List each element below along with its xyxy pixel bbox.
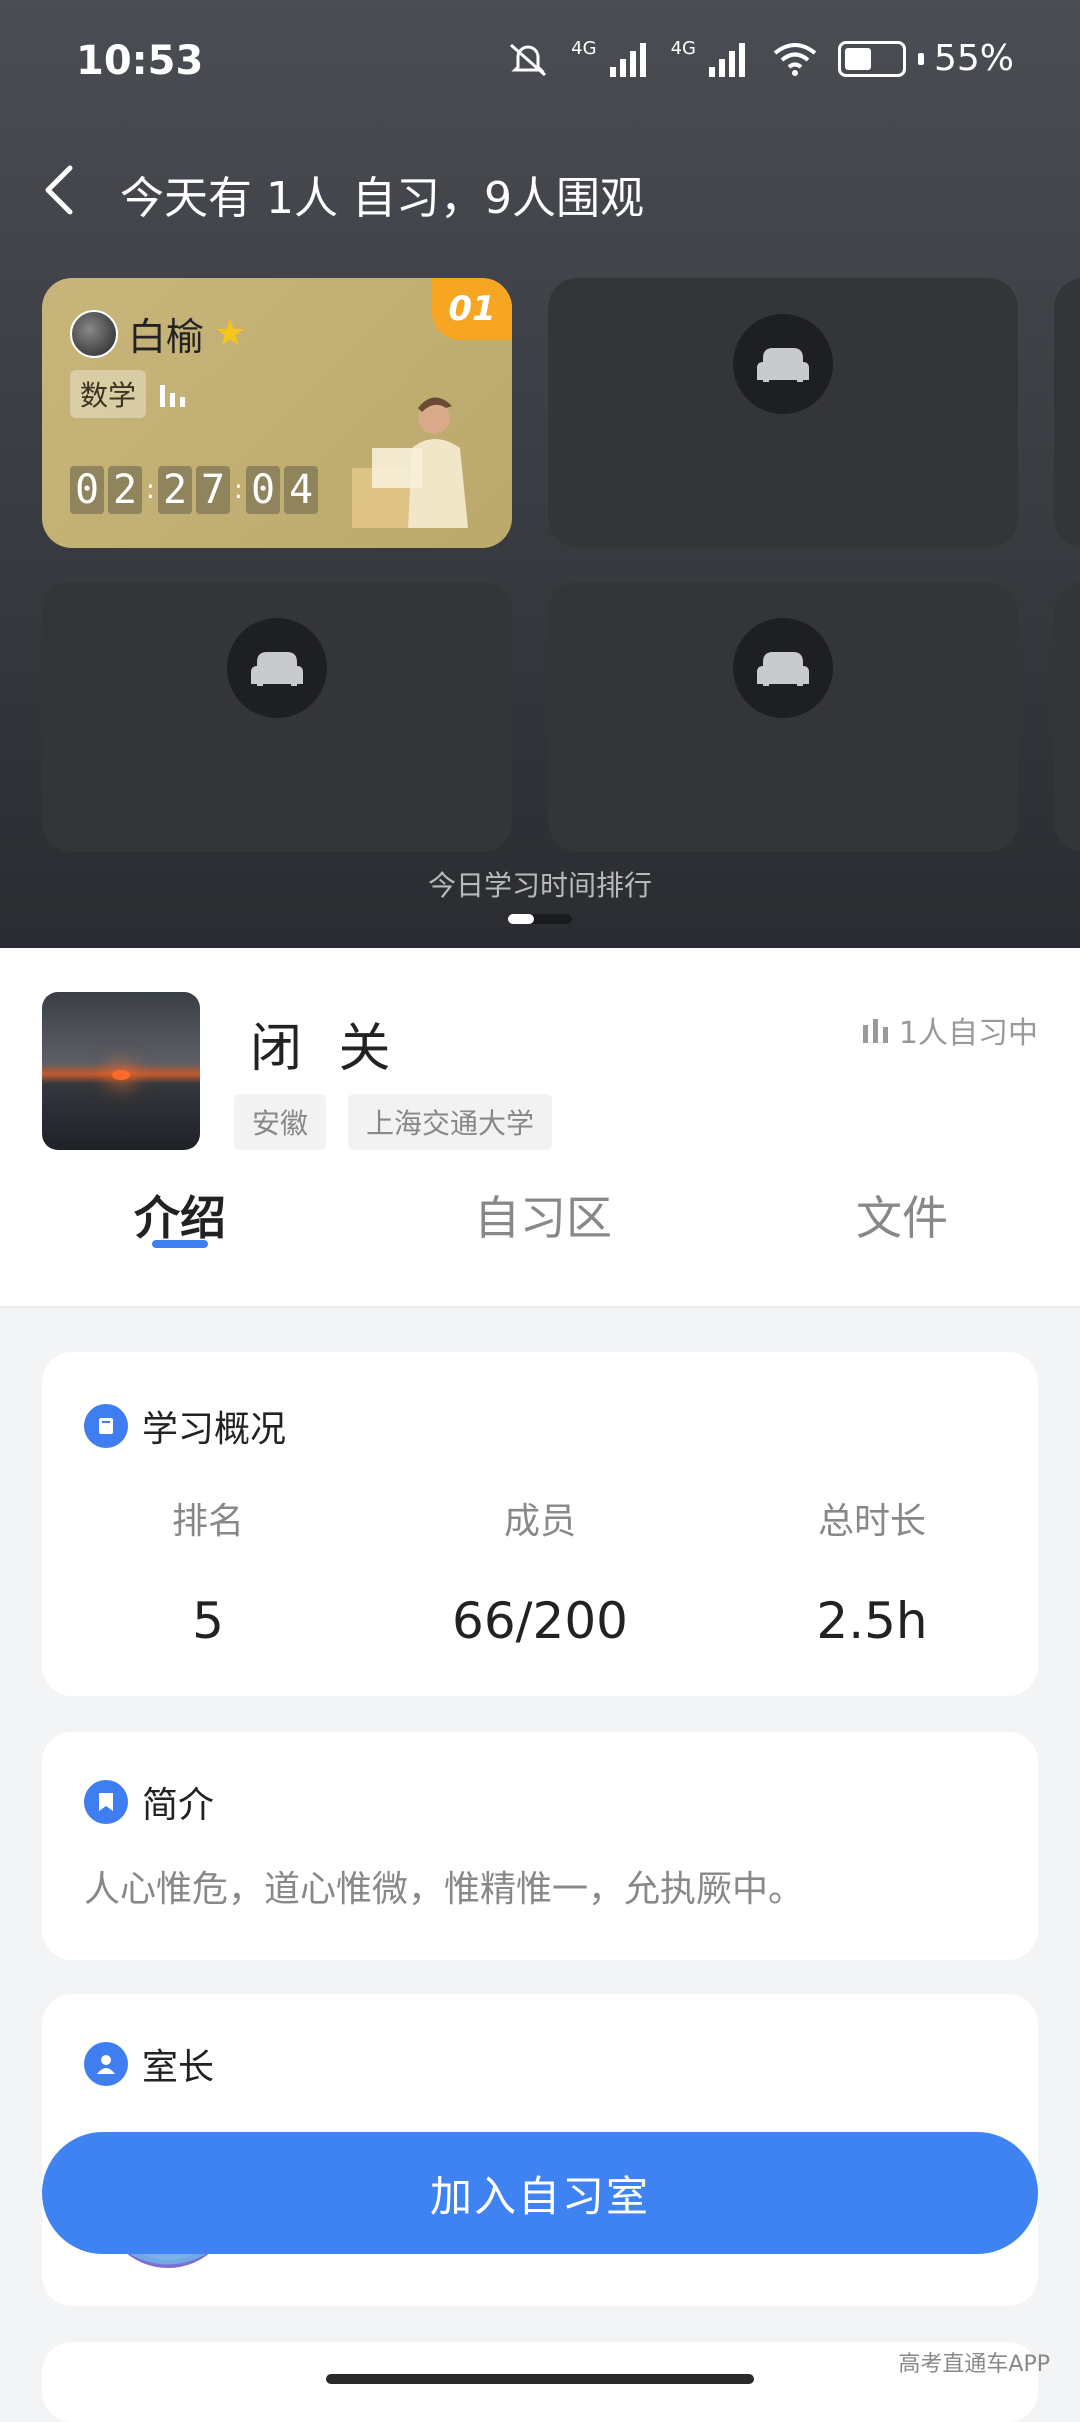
owner-title: 室长 <box>142 2047 215 2088</box>
signal-icon <box>609 42 646 77</box>
room-status: 1人自习中 <box>861 1008 1038 1052</box>
stat-label: 总时长 <box>817 1501 926 1542</box>
home-indicator[interactable] <box>326 2374 754 2384</box>
activity-bars-icon <box>862 1019 888 1043</box>
overview-stats: 排名 5 成员 66/200 总时长 2.5h <box>42 1492 1038 1650</box>
sofa-icon <box>227 618 327 718</box>
seat-card-empty[interactable] <box>548 582 1018 852</box>
tag-school: 上海交通大学 <box>348 1094 553 1150</box>
sofa-icon <box>733 314 833 414</box>
stat-duration: 总时长 2.5h <box>706 1492 1038 1650</box>
status-icons: 4G 4G 55% <box>503 38 1014 79</box>
back-icon[interactable] <box>36 160 86 220</box>
timer-digit: 7 <box>196 466 230 514</box>
rank-badge: 01 <box>432 278 512 340</box>
stat-value: 2.5h <box>816 1592 928 1650</box>
intro-title: 简介 <box>142 1785 215 1826</box>
divider <box>0 1306 1080 1308</box>
room-tags: 安徽 上海交通大学 <box>234 1094 553 1150</box>
stat-value: 66/200 <box>452 1592 628 1650</box>
tag-region: 安徽 <box>234 1094 327 1150</box>
room-info: 闭 关 1人自习中 安徽 上海交通大学 介绍 自习区 文件 <box>0 948 1080 1308</box>
battery-icon: 55% <box>837 38 1014 79</box>
page-title: 今天有 1人 自习，9人围观 <box>120 173 644 224</box>
seat-card-empty[interactable] <box>42 582 512 852</box>
timer-digit: 0 <box>246 466 280 514</box>
ranking-caption: 今日学习时间排行 <box>427 869 652 902</box>
sofa-icon <box>733 618 833 718</box>
seat-card-empty[interactable] <box>1054 278 1080 548</box>
star-icon: ★ <box>214 313 247 354</box>
network-label-2: 4G <box>670 38 696 59</box>
status-time: 10:53 <box>76 38 204 84</box>
timer-digit: 0 <box>70 466 104 514</box>
seat-card-empty[interactable] <box>1054 582 1080 852</box>
stat-label: 排名 <box>171 1501 244 1542</box>
seat-area: 10:53 4G 4G 55% 今天有 1人 自习，9人围观 01 白榆 ★ 数… <box>0 0 1080 948</box>
activity-bars-icon <box>160 385 186 407</box>
join-room-button[interactable]: 加入自习室 <box>42 2132 1038 2254</box>
intro-text: 人心惟危，道心惟微，惟精惟一，允执厥中。 <box>84 1869 805 1910</box>
network-label-1: 4G <box>571 38 597 59</box>
room-name: 闭 关 <box>250 1019 401 1079</box>
nav-bar: 今天有 1人 自习，9人围观 <box>0 150 1080 230</box>
tab-indicator <box>152 1240 208 1248</box>
watermark: 高考直通车APP <box>898 2352 1050 2377</box>
room-thumbnail <box>42 992 200 1150</box>
overview-card: 学习概况 排名 5 成员 66/200 总时长 2.5h <box>42 1352 1038 1696</box>
stat-value: 5 <box>192 1592 224 1650</box>
seat-card-empty[interactable] <box>548 278 1018 548</box>
tab-study-area[interactable]: 自习区 <box>474 1182 612 1248</box>
avatar <box>70 309 118 358</box>
room-status-text: 1人自习中 <box>898 1016 1038 1051</box>
timer-digit: 4 <box>284 466 318 514</box>
stat-label: 成员 <box>503 1501 576 1542</box>
page-indicator <box>508 914 572 924</box>
tab-files[interactable]: 文件 <box>856 1182 948 1248</box>
tab-bar: 介绍 自习区 文件 <box>0 1182 1080 1262</box>
battery-level: 55% <box>933 38 1014 79</box>
tab-intro[interactable]: 介绍 <box>134 1182 226 1248</box>
status-bar: 10:53 4G 4G 55% <box>0 0 1080 126</box>
user-name: 白榆 <box>128 315 205 359</box>
timer-digit: 2 <box>158 466 192 514</box>
subject-tag: 数学 <box>70 370 147 418</box>
timer-digit: 2 <box>108 466 142 514</box>
stat-members: 成员 66/200 <box>374 1492 706 1650</box>
mute-icon <box>510 43 547 76</box>
bookmark-icon <box>84 1780 128 1824</box>
intro-card: 简介 人心惟危，道心惟微，惟精惟一，允执厥中。 <box>42 1732 1038 1960</box>
overview-title: 学习概况 <box>142 1409 287 1450</box>
stat-rank: 排名 5 <box>42 1492 374 1650</box>
seat-card-occupied[interactable]: 01 白榆 ★ 数学 0 2 : 2 7 : 0 4 <box>42 278 512 548</box>
study-timer: 0 2 : 2 7 : 0 4 <box>70 466 318 514</box>
user-icon <box>84 2042 128 2086</box>
signal-icon <box>708 42 745 77</box>
studying-person-illustration <box>352 397 468 528</box>
wifi-icon <box>773 42 817 76</box>
book-icon <box>84 1404 128 1448</box>
